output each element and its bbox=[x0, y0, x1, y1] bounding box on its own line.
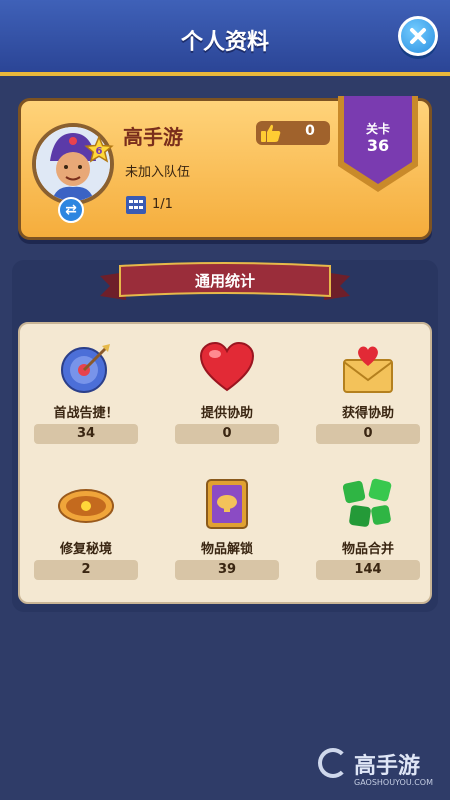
stat-help-received: 获得协助 0 bbox=[306, 330, 430, 448]
likes-badge[interactable]: 0 bbox=[256, 121, 330, 145]
stat-items-merged: 物品合并 144 bbox=[306, 466, 430, 584]
close-button[interactable] bbox=[398, 16, 438, 56]
star-level-icon: 6 bbox=[84, 135, 114, 163]
team-slot-count: 1/1 bbox=[152, 197, 173, 212]
team-status: 未加入队伍 bbox=[125, 165, 191, 180]
stat-help-given: 提供协助 0 bbox=[165, 330, 289, 448]
likes-count: 0 bbox=[305, 123, 315, 139]
watermark-cn-text: 高手游 bbox=[354, 754, 421, 779]
heart-icon bbox=[199, 341, 255, 392]
stat-value: 0 bbox=[175, 424, 279, 444]
stat-label: 获得协助 bbox=[341, 406, 394, 421]
stat-restore-realm: 修复秘境 2 bbox=[24, 466, 148, 584]
team-slots-icon bbox=[126, 196, 146, 214]
clover-icon bbox=[342, 478, 392, 527]
stat-items-unlocked: 物品解锁 39 bbox=[165, 466, 289, 584]
player-name: 高手游 bbox=[123, 125, 183, 149]
stat-label: 首战告捷！ bbox=[53, 406, 119, 421]
stat-first-win: 首战告捷！ 34 bbox=[24, 330, 148, 448]
level-label: 关卡 bbox=[365, 122, 390, 136]
stat-value: 39 bbox=[175, 560, 279, 580]
watermark-logo: 高手游 GAOSHOUYOU.COM bbox=[318, 746, 444, 794]
swap-avatar-button[interactable]: ⇄ bbox=[58, 197, 84, 223]
watermark-g-icon bbox=[318, 748, 348, 778]
level-value: 36 bbox=[366, 136, 390, 155]
section-title: 通用统计 bbox=[194, 272, 255, 290]
stat-label: 提供协助 bbox=[200, 406, 253, 421]
stats-grid: 首战告捷！ 34 提供协助 0 获得协助 0 修复秘境 2 物品解锁 39 物品… bbox=[18, 322, 432, 604]
item-book-icon bbox=[206, 479, 248, 529]
stat-label: 修复秘境 bbox=[59, 542, 112, 557]
envelope-heart-icon bbox=[343, 346, 393, 393]
thumbs-up-icon bbox=[261, 124, 281, 142]
restore-emblem-icon bbox=[58, 489, 114, 523]
star-level-text: 6 bbox=[96, 146, 103, 157]
page-title: 个人资料 bbox=[180, 30, 269, 55]
close-icon bbox=[410, 28, 426, 44]
stat-label: 物品解锁 bbox=[200, 542, 253, 557]
stat-label: 物品合并 bbox=[341, 542, 394, 557]
stat-value: 34 bbox=[34, 424, 138, 444]
stat-value: 0 bbox=[316, 424, 420, 444]
watermark-en-text: GAOSHOUYOU.COM bbox=[354, 778, 434, 787]
stat-value: 144 bbox=[316, 560, 420, 580]
stat-value: 2 bbox=[34, 560, 138, 580]
dartboard-icon bbox=[61, 344, 110, 393]
header-bar: 个人资料 bbox=[0, 0, 450, 76]
